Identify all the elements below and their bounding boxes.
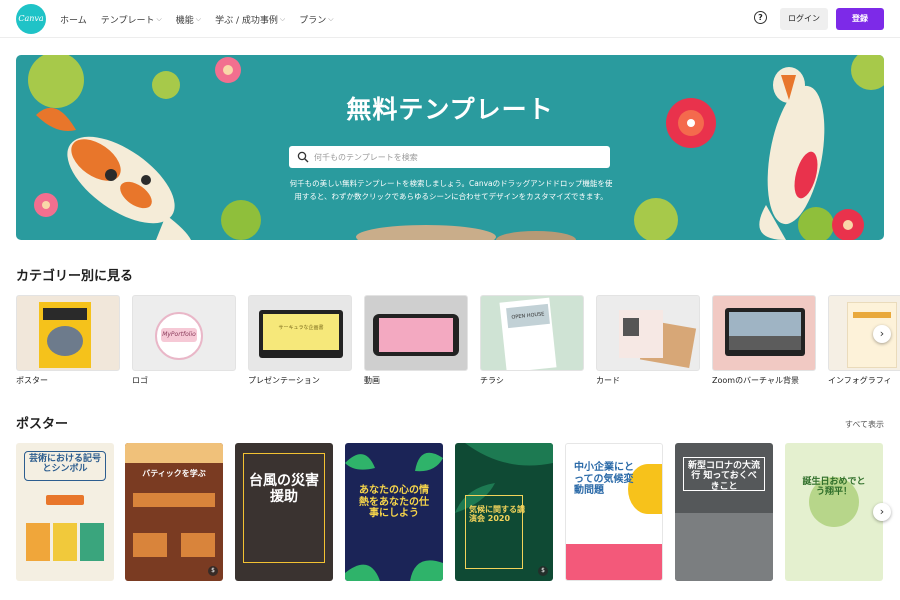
category-label: プレゼンテーション <box>248 376 320 385</box>
nav-home-label: ホーム <box>60 15 87 26</box>
category-logo[interactable]: MyPortfolio ロゴ <box>132 295 236 386</box>
category-label: ポスター <box>16 376 48 385</box>
poster-template[interactable]: 中小企業にとっての気候変動問題 <box>565 443 663 581</box>
poster-title: バティックを学ぶ <box>142 469 206 478</box>
logo-thumb-text: MyPortfolio <box>161 328 197 342</box>
main-nav: ホーム テンプレート ⌵ 機能 ⌵ 学ぶ / 成功事例 ⌵ プラン ⌵ <box>60 0 334 38</box>
poster-title: 誕生日おめでとう翔平！ <box>802 477 866 498</box>
hero-title: 無料テンプレート <box>346 95 554 124</box>
signup-button[interactable]: 登録 <box>836 8 884 30</box>
nav-learn-label: 学ぶ / 成功事例 <box>215 15 278 26</box>
poster-template[interactable]: バティックを学ぶ $ <box>125 443 223 581</box>
nav-templates-label: テンプレート <box>100 15 155 26</box>
video-thumbnail <box>364 295 468 371</box>
poster-title: 中小企業にとっての気候変動問題 <box>574 462 634 496</box>
template-search-box[interactable] <box>289 146 610 168</box>
category-presentation[interactable]: サーキュラな企画書 プレゼンテーション <box>248 295 352 386</box>
poster-template[interactable]: 芸術における記号とシンボル <box>16 443 114 581</box>
question-circle-icon[interactable]: ? <box>754 11 767 24</box>
poster-title: あなたの心の情熱をあなたの仕事にしよう <box>359 485 429 519</box>
presentation-thumb-text: サーキュラな企画書 <box>263 314 339 350</box>
chevron-down-icon: ⌵ <box>279 14 286 23</box>
nav-plans[interactable]: プラン ⌵ <box>299 13 333 26</box>
poster-title: 気候に関する講演会 2020 <box>469 505 525 524</box>
poster-template[interactable]: 誕生日おめでとう翔平！ <box>785 443 883 581</box>
canva-logo[interactable]: Canva <box>16 4 46 34</box>
search-input[interactable] <box>314 152 594 162</box>
category-zoom-background[interactable]: Zoomのバーチャル背景 <box>712 295 816 386</box>
login-button[interactable]: ログイン <box>780 8 828 30</box>
poster-title: 新型コロナの大流行 知っておくべきこと <box>687 461 760 492</box>
chevron-down-icon: ⌵ <box>328 14 334 23</box>
category-poster[interactable]: ポスター <box>16 295 120 386</box>
chevron-down-icon: ⌵ <box>156 14 162 23</box>
card-thumbnail <box>596 295 700 371</box>
categories-heading: カテゴリー別に見る <box>16 269 134 284</box>
category-label: Zoomのバーチャル背景 <box>712 376 799 385</box>
nav-templates[interactable]: テンプレート ⌵ <box>101 13 162 26</box>
top-header: Canva ホーム テンプレート ⌵ 機能 ⌵ 学ぶ / 成功事例 ⌵ プラン ⌵ ? … <box>0 0 900 38</box>
category-label: ロゴ <box>132 376 148 385</box>
category-label: インフォグラフィ <box>828 376 892 385</box>
nav-home[interactable]: ホーム <box>60 13 87 26</box>
category-card[interactable]: カード <box>596 295 700 386</box>
category-label: カード <box>596 376 620 385</box>
koi-fish-left-icon <box>36 107 191 240</box>
premium-badge-icon: $ <box>208 566 218 576</box>
nav-features-label: 機能 <box>175 15 194 26</box>
chevron-right-icon[interactable]: › <box>873 503 891 521</box>
logo-thumbnail: MyPortfolio <box>132 295 236 371</box>
hero-description: 何千もの美しい無料テンプレートを検索しましょう。Canvaのドラッグアンドドロッ… <box>289 179 613 201</box>
nav-features[interactable]: 機能 ⌵ <box>176 13 201 26</box>
nav-plans-label: プラン <box>299 15 327 26</box>
hero-banner: 無料テンプレート 何千もの美しい無料テンプレートを検索しましょう。Canvaのド… <box>16 55 884 240</box>
nav-learn[interactable]: 学ぶ / 成功事例 ⌵ <box>215 13 285 26</box>
category-video[interactable]: 動画 <box>364 295 468 386</box>
chevron-down-icon: ⌵ <box>195 14 202 23</box>
flyer-thumbnail: OPEN HOUSE <box>480 295 584 371</box>
posters-heading: ポスター <box>16 417 69 432</box>
category-label: 動画 <box>364 376 380 385</box>
poster-carousel: 芸術における記号とシンボル バティックを学ぶ $ 台風の災害援助 あなたの心の情… <box>16 443 900 581</box>
premium-badge-icon: $ <box>538 566 548 576</box>
poster-thumbnail <box>16 295 120 371</box>
poster-template[interactable]: 台風の災害援助 <box>235 443 333 581</box>
category-flyer[interactable]: OPEN HOUSE チラシ <box>480 295 584 386</box>
chevron-right-icon[interactable]: › <box>873 325 891 343</box>
category-label: チラシ <box>480 376 504 385</box>
poster-title: 台風の災害援助 <box>249 473 319 506</box>
poster-title: 芸術における記号とシンボル <box>28 454 101 475</box>
search-icon <box>297 151 309 163</box>
zoom-background-thumbnail <box>712 295 816 371</box>
category-infographic[interactable]: インフォグラフィ <box>828 295 900 386</box>
poster-template[interactable]: あなたの心の情熱をあなたの仕事にしよう <box>345 443 443 581</box>
presentation-thumbnail: サーキュラな企画書 <box>248 295 352 371</box>
see-all-link[interactable]: すべて表示 <box>845 419 884 430</box>
poster-template[interactable]: 気候に関する講演会 2020 $ <box>455 443 553 581</box>
category-carousel: ポスター MyPortfolio ロゴ サーキュラな企画書 プレゼンテーション … <box>16 295 900 390</box>
poster-template[interactable]: 新型コロナの大流行 知っておくべきこと <box>675 443 773 581</box>
